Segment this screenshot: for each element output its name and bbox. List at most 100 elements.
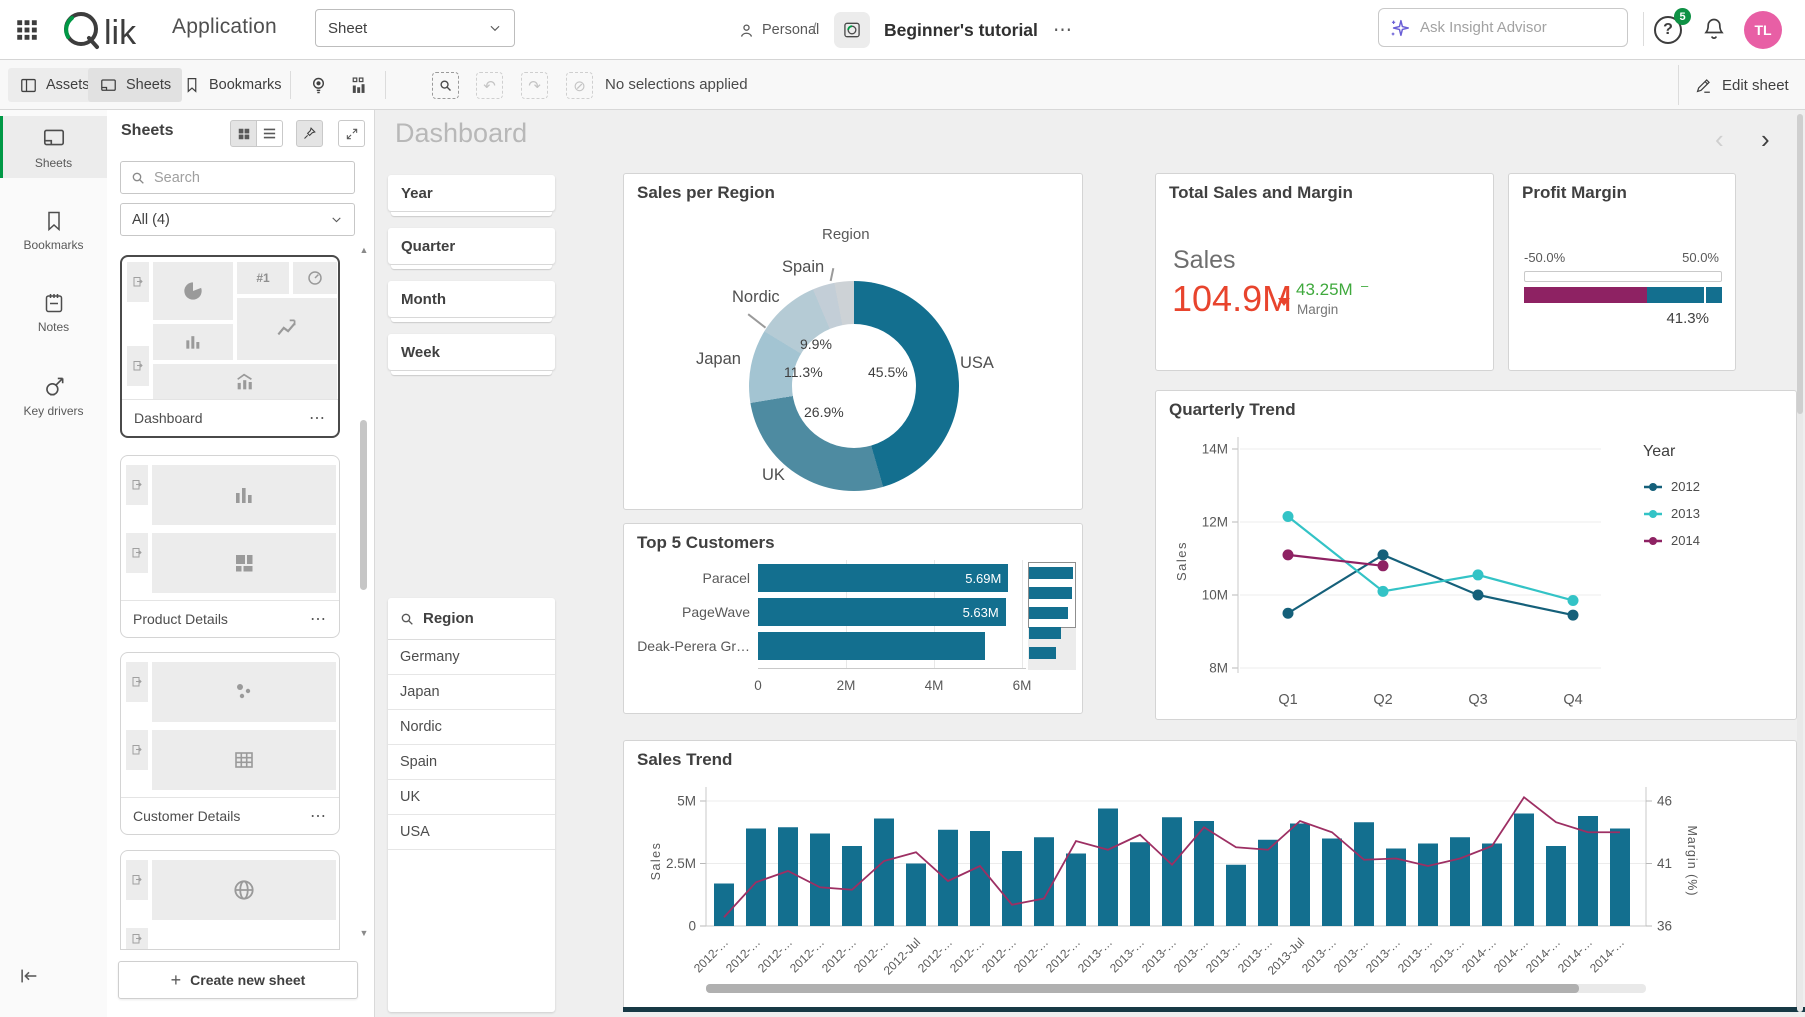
scroll-up-icon[interactable]: ▲ [357,245,371,255]
sheet-card-customer-details[interactable]: Customer Details ⋯ [120,652,340,835]
region-filter-item[interactable]: Germany [388,640,555,675]
bell-icon[interactable] [1702,16,1726,42]
gauge-profit-margin[interactable]: Profit Margin -50.0% 50.0% 41.3% [1508,173,1736,371]
kpi-secondary-label: Margin [1297,302,1338,317]
breadcrumb-space[interactable]: Personal [738,0,819,60]
region-filter-item[interactable]: Japan [388,675,555,710]
sheets-search[interactable] [120,161,355,194]
sheets-filter-select[interactable]: All (4) [120,203,355,236]
svg-text:2012-…: 2012-… [819,935,859,975]
chart-title: Sales Trend [637,750,732,770]
filter-quarter[interactable]: Quarter [388,228,555,264]
sheet-type-selector[interactable]: Sheet [315,9,515,47]
sheet-title: Dashboard [395,118,527,149]
sheet-options-menu[interactable]: ⋯ [310,806,327,826]
app-thumbnail-icon[interactable] [834,12,870,48]
filter-year[interactable]: Year [388,175,555,211]
slice-pct-usa: 45.5% [868,364,908,380]
edit-sheet-button[interactable]: Edit sheet [1694,70,1789,100]
panel-scrollbar-thumb[interactable] [360,420,367,590]
notification-badge: 5 [1674,8,1691,25]
sheets-search-input[interactable] [154,170,334,186]
sheets-button[interactable]: Sheets [88,68,182,102]
previous-sheet-icon[interactable]: ‹ [1715,124,1724,155]
svg-text:2014-…: 2014-… [1555,935,1595,975]
sparkles-icon [1389,17,1411,39]
sheet-selector-value: Sheet [328,20,367,37]
chart-scrollbar-track[interactable] [706,984,1646,993]
legend-item[interactable]: 2012 [1643,473,1700,500]
bar[interactable]: 5.63M [758,598,1006,626]
scroll-down-icon[interactable]: ▼ [357,928,371,938]
redo-selection-icon[interactable]: ↷ [521,72,548,99]
x-axis-line [758,668,1026,669]
gauge-min-label: -50.0% [1524,250,1565,265]
svg-text:2014-…: 2014-… [1491,935,1531,975]
bar-value-label: 5.63M [963,605,999,620]
sheet-options-menu[interactable]: ⋯ [310,609,327,629]
insight-advisor-search[interactable] [1378,8,1628,47]
filter-week[interactable]: Week [388,334,555,370]
region-filter-item[interactable]: USA [388,815,555,850]
sheet-card-product-details[interactable]: Product Details ⋯ [120,455,340,638]
filter-month[interactable]: Month [388,281,555,317]
app-options-menu[interactable]: ⋯ [1053,0,1074,60]
toolbar-divider [385,71,386,99]
region-filter-item[interactable]: UK [388,780,555,815]
create-new-sheet-button[interactable]: + Create new sheet [118,961,358,999]
assets-button[interactable]: Assets [8,68,101,102]
collapse-rail-icon[interactable] [18,965,40,987]
qlik-logo[interactable]: lik [58,7,158,53]
region-filter-item[interactable]: Spain [388,745,555,780]
sheets-panel-title: Sheets [121,122,173,140]
bookmarks-button[interactable]: Bookmarks [172,68,293,102]
app-launcher-icon[interactable] [14,17,40,43]
chart-quarterly-trend[interactable]: Quarterly Trend 8M10M12M14MQ1Q2Q3Q4Sales… [1155,390,1797,720]
rail-item-bookmarks[interactable]: Bookmarks [0,200,107,260]
user-avatar[interactable]: TL [1744,11,1782,49]
mini-nav-chart[interactable] [1028,562,1076,670]
x-tick-label: 2M [826,678,866,693]
svg-text:10M: 10M [1202,588,1228,603]
chart-sales-trend[interactable]: Sales Trend 02.5M5M364146SalesMargin (%)… [623,740,1797,1010]
kpi-secondary-value: 43.25M [1296,280,1353,300]
chart-scrollbar-thumb[interactable] [706,984,1579,993]
kpi-total-sales-and-margin[interactable]: Total Sales and Margin Sales 104.9M 43.2… [1155,173,1494,371]
sheet-card-partial[interactable] [120,850,340,950]
insights-bulb-icon[interactable] [302,70,334,100]
legend-item[interactable]: 2014 [1643,527,1700,554]
label-connector [748,313,766,328]
svg-text:2012-…: 2012-… [787,935,827,975]
list-view-toggle[interactable] [256,120,283,147]
line-chart-plot: 8M10M12M14MQ1Q2Q3Q4Sales [1156,421,1636,721]
bars-glyph [152,465,336,525]
region-filter-item[interactable]: Nordic [388,710,555,745]
rail-item-sheets[interactable]: Sheets [0,116,107,178]
chart-columns-icon[interactable] [342,70,374,100]
chart-top-5-customers[interactable]: Top 5 Customers 02M4M6MParacel5.69MPageW… [623,523,1083,714]
region-listbox-title: Region [423,610,474,627]
svg-text:5M: 5M [677,794,696,809]
region-listbox-header[interactable]: Region [388,598,555,640]
insight-advisor-input[interactable] [1420,19,1600,36]
legend-item[interactable]: 2013 [1643,500,1700,527]
next-sheet-icon[interactable]: › [1761,124,1770,155]
undo-selection-icon[interactable]: ↶ [476,72,503,99]
rail-item-key-drivers[interactable]: Key drivers [0,364,107,426]
chart-sales-per-region[interactable]: Sales per Region Region Spain Nordic Jap… [623,173,1083,510]
bar[interactable] [758,632,985,660]
mini-nav-bar [1029,647,1056,659]
svg-text:46: 46 [1657,794,1672,809]
pin-panel-icon[interactable] [296,120,323,147]
expand-panel-icon[interactable] [338,120,365,147]
rail-item-notes[interactable]: Notes [0,282,107,342]
smart-search-icon[interactable] [432,72,459,99]
bar[interactable]: 5.69M [758,564,1008,592]
grid-view-toggle[interactable] [230,120,257,147]
clear-selections-icon[interactable]: ⊘ [566,72,593,99]
sheet-card-dashboard[interactable]: #1 Dashboard ⋯ [120,255,340,438]
plus-icon: + [171,970,182,991]
sheet-options-menu[interactable]: ⋯ [309,408,326,428]
sheet-toolbar: Assets Sheets Bookmarks ↶ ↷ ⊘ No selecti… [0,60,1805,110]
canvas-scrollbar-thumb[interactable] [1797,114,1803,414]
